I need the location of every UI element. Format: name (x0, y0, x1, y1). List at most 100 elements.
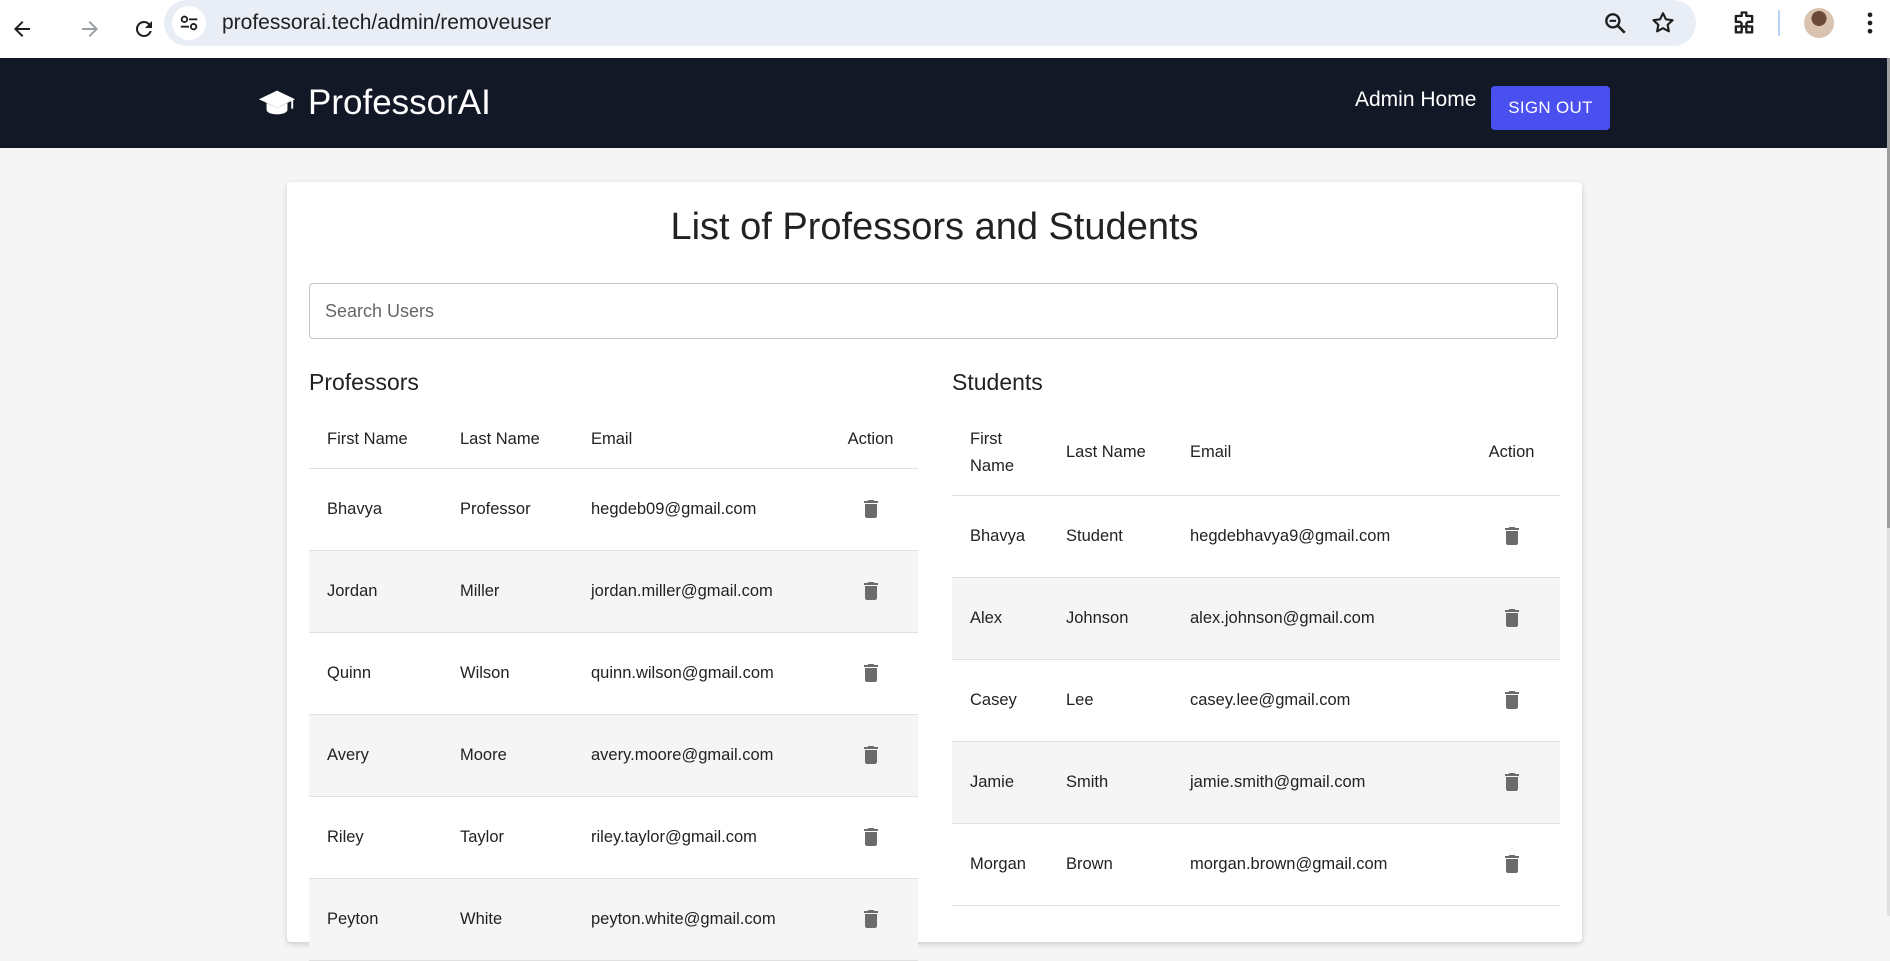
first-name-cell: Peyton (309, 878, 442, 961)
email-cell: peyton.white@gmail.com (573, 878, 823, 961)
last-name-cell: Moore (442, 714, 573, 797)
delete-user-button[interactable] (1463, 823, 1560, 906)
column-header: Action (1463, 411, 1560, 496)
email-cell: alex.johnson@gmail.com (1172, 577, 1463, 660)
first-name-cell: Bhavya (309, 468, 442, 551)
students-table: First Name Last Name Email Action Bhavya… (952, 411, 1560, 906)
column-header: Action (823, 411, 918, 469)
user-list-card: List of Professors and Students Professo… (287, 182, 1582, 961)
first-name-cell: Casey (952, 659, 1048, 742)
email-cell: hegdeb09@gmail.com (573, 468, 823, 551)
trash-icon (863, 664, 878, 682)
column-header: Email (573, 411, 823, 469)
last-name-cell: Johnson (1048, 577, 1172, 660)
column-header: Email (1172, 411, 1463, 496)
last-name-cell: Brown (1048, 823, 1172, 906)
extensions-icon[interactable] (1730, 9, 1758, 37)
address-bar[interactable]: professorai.tech/admin/removeuser (164, 0, 1696, 46)
delete-user-button[interactable] (823, 550, 918, 633)
last-name-cell: Professor (442, 468, 573, 551)
trash-icon (863, 582, 878, 600)
email-cell: quinn.wilson@gmail.com (573, 632, 823, 715)
sign-out-button[interactable]: SIGN OUT (1491, 86, 1610, 130)
last-name-cell: White (442, 878, 573, 961)
table-row: Bhavya Professor hegdeb09@gmail.com (309, 468, 918, 551)
trash-icon (1504, 691, 1519, 709)
table-row: Jordan Miller jordan.miller@gmail.com (309, 550, 918, 633)
tune-icon (180, 15, 198, 31)
students-heading: Students (952, 369, 1043, 395)
arrow-right-icon (82, 21, 98, 37)
trash-icon (863, 910, 878, 928)
table-row: Alex Johnson alex.johnson@gmail.com (952, 577, 1560, 660)
email-cell: jordan.miller@gmail.com (573, 550, 823, 633)
last-name-cell: Wilson (442, 632, 573, 715)
search-input[interactable] (309, 283, 1558, 339)
brand-name: ProfessorAI (308, 83, 491, 122)
email-cell: riley.taylor@gmail.com (573, 796, 823, 879)
professors-table: First Name Last Name Email Action Bhavya… (309, 411, 918, 961)
trash-icon (863, 828, 878, 846)
table-row: Quinn Wilson quinn.wilson@gmail.com (309, 632, 918, 715)
first-name-cell: Morgan (952, 823, 1048, 906)
app-header: ProfessorAI Admin Home SIGN OUT (0, 58, 1887, 148)
delete-user-button[interactable] (823, 796, 918, 879)
profile-avatar[interactable] (1804, 8, 1834, 38)
arrow-left-icon (14, 21, 30, 37)
toolbar-divider (1778, 10, 1780, 36)
first-name-cell: Alex (952, 577, 1048, 660)
first-name-cell: Bhavya (952, 495, 1048, 578)
last-name-cell: Miller (442, 550, 573, 633)
delete-user-button[interactable] (1463, 495, 1560, 578)
email-cell: morgan.brown@gmail.com (1172, 823, 1463, 906)
table-header-row: First Name Last Name Email Action (309, 411, 918, 469)
delete-user-button[interactable] (823, 714, 918, 797)
delete-user-button[interactable] (1463, 659, 1560, 742)
table-row: Avery Moore avery.moore@gmail.com (309, 714, 918, 797)
graduation-cap-icon (258, 90, 296, 115)
url-text[interactable]: professorai.tech/admin/removeuser (222, 11, 551, 35)
column-header: Last Name (1048, 411, 1172, 496)
email-cell: avery.moore@gmail.com (573, 714, 823, 797)
table-row: Jamie Smith jamie.smith@gmail.com (952, 741, 1560, 824)
last-name-cell: Smith (1048, 741, 1172, 824)
delete-user-button[interactable] (823, 632, 918, 715)
column-header: First Name (952, 411, 1048, 496)
brand-logo[interactable]: ProfessorAI (258, 58, 491, 148)
delete-user-button[interactable] (1463, 577, 1560, 660)
first-name-cell: Riley (309, 796, 442, 879)
bookmark-star-icon[interactable] (1650, 10, 1676, 36)
admin-home-link[interactable]: Admin Home (1355, 88, 1476, 112)
trash-icon (863, 746, 878, 764)
last-name-cell: Taylor (442, 796, 573, 879)
forward-button[interactable] (70, 9, 110, 49)
first-name-cell: Avery (309, 714, 442, 797)
column-header: Last Name (442, 411, 573, 469)
trash-icon (1504, 855, 1519, 873)
trash-icon (1504, 773, 1519, 791)
reload-icon (135, 20, 152, 37)
back-button[interactable] (2, 9, 42, 49)
reload-button[interactable] (124, 9, 164, 49)
delete-user-button[interactable] (823, 878, 918, 961)
email-cell: casey.lee@gmail.com (1172, 659, 1463, 742)
table-row: Peyton White peyton.white@gmail.com (309, 878, 918, 961)
table-row: Bhavya Student hegdebhavya9@gmail.com (952, 495, 1560, 578)
last-name-cell: Student (1048, 495, 1172, 578)
table-row: Riley Taylor riley.taylor@gmail.com (309, 796, 918, 879)
first-name-cell: Jamie (952, 741, 1048, 824)
first-name-cell: Quinn (309, 632, 442, 715)
page-title: List of Professors and Students (670, 206, 1199, 248)
delete-user-button[interactable] (823, 468, 918, 551)
more-menu-icon[interactable] (1856, 9, 1884, 37)
last-name-cell: Lee (1048, 659, 1172, 742)
site-info-button[interactable] (172, 6, 206, 40)
table-row: Morgan Brown morgan.brown@gmail.com (952, 823, 1560, 906)
delete-user-button[interactable] (1463, 741, 1560, 824)
column-header: First Name (309, 411, 442, 469)
email-cell: jamie.smith@gmail.com (1172, 741, 1463, 824)
zoom-icon[interactable] (1602, 10, 1628, 36)
table-row: Casey Lee casey.lee@gmail.com (952, 659, 1560, 742)
trash-icon (1504, 527, 1519, 545)
table-header-row: First Name Last Name Email Action (952, 411, 1560, 496)
